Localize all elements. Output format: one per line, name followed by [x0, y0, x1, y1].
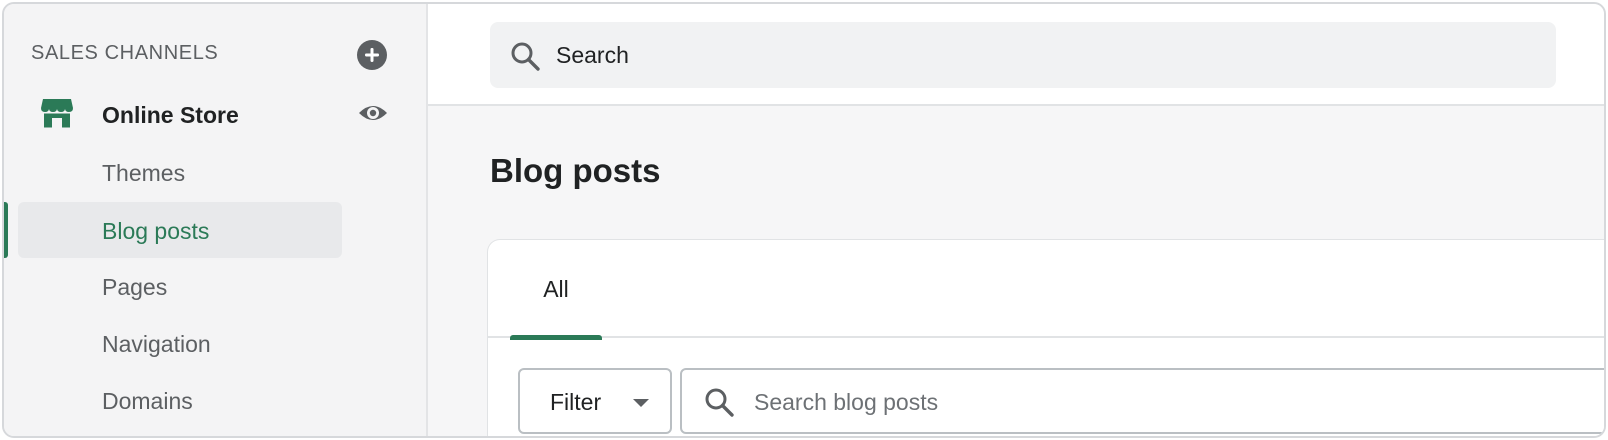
add-sales-channel-button[interactable]	[357, 40, 387, 70]
sales-channels-heading: SALES CHANNELS	[31, 42, 219, 64]
app-window: SALES CHANNELS Online Store Themes Blog …	[2, 2, 1606, 438]
channel-label: Online Store	[102, 102, 239, 128]
sidebar: SALES CHANNELS Online Store Themes Blog …	[4, 4, 428, 436]
top-bar: Search	[428, 4, 1604, 106]
search-icon	[705, 388, 734, 417]
sidebar-channel-online-store[interactable]: Online Store	[4, 90, 424, 142]
sidebar-item-domains[interactable]: Domains	[18, 372, 342, 428]
sidebar-item-label: Themes	[102, 160, 186, 186]
plus-circle-icon	[365, 48, 379, 62]
search-placeholder: Search blog posts	[754, 389, 939, 415]
eye-icon[interactable]	[357, 100, 389, 126]
sidebar-item-pages[interactable]: Pages	[18, 258, 342, 314]
sidebar-item-label: Navigation	[102, 331, 211, 357]
blog-posts-card: All Filter Search blog posts	[488, 240, 1604, 436]
filter-button[interactable]: Filter	[518, 368, 672, 434]
search-blog-posts-input[interactable]: Search blog posts	[680, 368, 1604, 434]
filter-label: Filter	[550, 389, 602, 415]
search-icon	[511, 42, 540, 71]
sidebar-item-label: Domains	[102, 388, 193, 414]
tab-all[interactable]: All	[510, 240, 602, 340]
tab-bar: All	[488, 240, 1604, 340]
sidebar-item-label: Pages	[102, 274, 168, 300]
store-icon	[41, 99, 73, 128]
sidebar-item-label: Blog posts	[102, 218, 210, 244]
active-indicator	[4, 202, 8, 258]
caret-down-icon	[633, 399, 649, 407]
sidebar-item-themes[interactable]: Themes	[18, 144, 342, 200]
tab-selected-indicator	[510, 335, 602, 340]
tab-label: All	[543, 276, 569, 302]
page-title: Blog posts	[490, 152, 661, 189]
global-search-text: Search	[556, 42, 629, 68]
sidebar-item-navigation[interactable]: Navigation	[18, 315, 342, 371]
global-search-input[interactable]: Search	[490, 22, 1556, 88]
sidebar-item-blog-posts[interactable]: Blog posts	[18, 202, 342, 258]
